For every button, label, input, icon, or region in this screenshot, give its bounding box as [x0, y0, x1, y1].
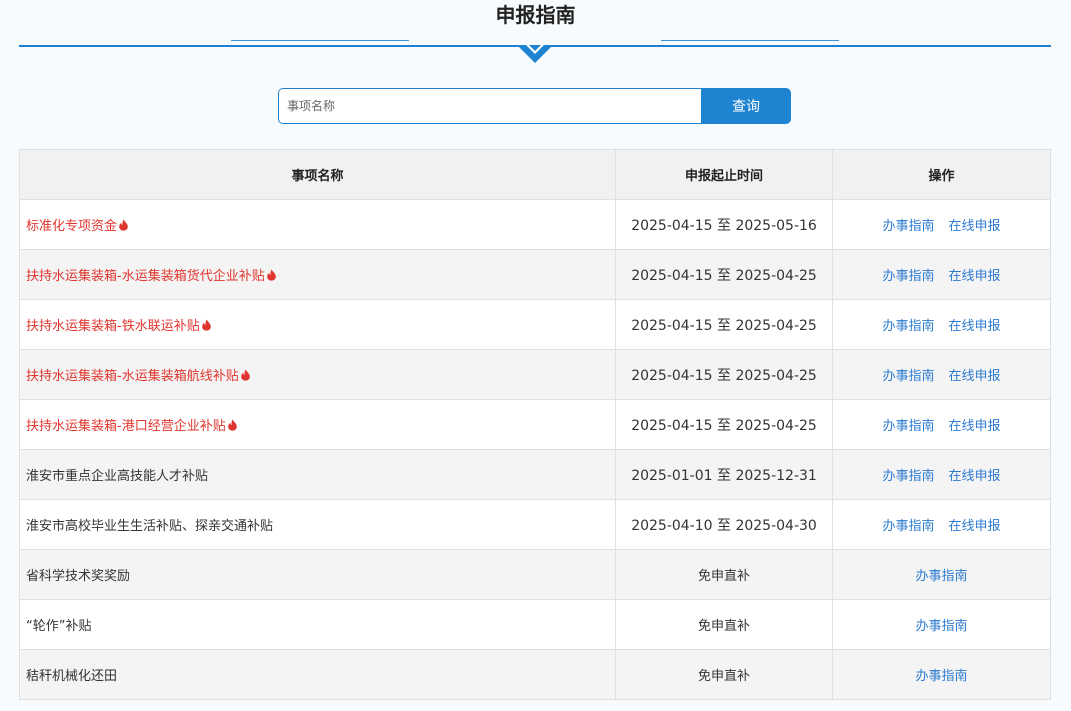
- item-name[interactable]: 秸秆机械化还田: [26, 669, 117, 684]
- fire-icon: [118, 219, 129, 231]
- online-apply-link[interactable]: 在线申报: [949, 319, 1001, 334]
- guide-link[interactable]: 办事指南: [882, 369, 934, 384]
- search-bar: 查询: [278, 88, 791, 124]
- fire-icon: [266, 269, 277, 281]
- item-name[interactable]: 省科学技术奖奖励: [26, 569, 130, 584]
- period-cell: 免申直补: [615, 549, 833, 600]
- actions-cell: 办事指南 在线申报: [832, 299, 1051, 350]
- item-name-cell: 秸秆机械化还田: [19, 649, 616, 700]
- period-cell: 免申直补: [615, 599, 833, 650]
- item-name-cell: “轮作”补贴: [19, 599, 616, 650]
- online-apply-link[interactable]: 在线申报: [949, 369, 1001, 384]
- item-name[interactable]: 标准化专项资金: [26, 219, 117, 234]
- table-row: 淮安市重点企业高技能人才补贴 2025-01-01 至 2025-12-31 办事指…: [19, 449, 1051, 500]
- actions-cell: 办事指南 在线申报: [832, 199, 1051, 250]
- actions-cell: 办事指南 在线申报: [832, 449, 1051, 500]
- item-name-cell: 省科学技术奖奖励: [19, 549, 616, 600]
- period-cell: 2025-04-15 至 2025-05-16: [615, 199, 833, 250]
- fire-icon: [240, 369, 251, 381]
- page-header: 申报指南: [0, 0, 1071, 70]
- table-row: 扶持水运集装箱-水运集装箱货代企业补贴 2025-04-15 至 2025-04-…: [19, 249, 1051, 300]
- table-row: 秸秆机械化还田 免申直补 办事指南: [19, 649, 1051, 700]
- online-apply-link[interactable]: 在线申报: [949, 469, 1001, 484]
- item-name-cell: 淮安市重点企业高技能人才补贴: [19, 449, 616, 500]
- item-name[interactable]: 淮安市高校毕业生生活补贴、探亲交通补贴: [26, 519, 273, 534]
- header-item-name: 事项名称: [19, 149, 616, 200]
- guide-link[interactable]: 办事指南: [882, 319, 934, 334]
- fire-icon: [201, 319, 212, 331]
- guide-link[interactable]: 办事指南: [915, 619, 967, 634]
- item-name-cell: 扶持水运集装箱-水运集装箱航线补贴: [19, 349, 616, 400]
- title-underline-left: [231, 40, 409, 41]
- item-name-cell: 标准化专项资金: [19, 199, 616, 250]
- fire-icon: [227, 419, 238, 431]
- table-header-row: 事项名称 申报起止时间 操作: [19, 149, 1051, 200]
- item-name-cell: 扶持水运集装箱-铁水联运补贴: [19, 299, 616, 350]
- guide-link[interactable]: 办事指南: [882, 269, 934, 284]
- item-name[interactable]: 扶持水运集装箱-铁水联运补贴: [26, 319, 200, 334]
- period-cell: 2025-04-15 至 2025-04-25: [615, 249, 833, 300]
- table-row: 省科学技术奖奖励 免申直补 办事指南: [19, 549, 1051, 600]
- guide-link[interactable]: 办事指南: [882, 469, 934, 484]
- actions-cell: 办事指南: [832, 649, 1051, 700]
- online-apply-link[interactable]: 在线申报: [949, 419, 1001, 434]
- period-cell: 2025-04-15 至 2025-04-25: [615, 299, 833, 350]
- table-row: 扶持水运集装箱-港口经营企业补贴 2025-04-15 至 2025-04-25 办…: [19, 399, 1051, 450]
- item-name[interactable]: 扶持水运集装箱-水运集装箱货代企业补贴: [26, 269, 265, 284]
- header-actions: 操作: [832, 149, 1051, 200]
- search-input[interactable]: [278, 88, 702, 124]
- period-cell: 免申直补: [615, 649, 833, 700]
- table-row: 标准化专项资金 2025-04-15 至 2025-05-16 办事指南 在线申报: [19, 199, 1051, 250]
- item-name[interactable]: 淮安市重点企业高技能人才补贴: [26, 469, 208, 484]
- guide-link[interactable]: 办事指南: [882, 519, 934, 534]
- table-row: “轮作”补贴 免申直补 办事指南: [19, 599, 1051, 650]
- search-button[interactable]: 查询: [701, 88, 791, 124]
- period-cell: 2025-04-15 至 2025-04-25: [615, 399, 833, 450]
- actions-cell: 办事指南 在线申报: [832, 399, 1051, 450]
- guide-table: 事项名称 申报起止时间 操作 标准化专项资金 2025-04-15 至 2025-…: [19, 149, 1051, 700]
- guide-link[interactable]: 办事指南: [882, 219, 934, 234]
- period-cell: 2025-04-15 至 2025-04-25: [615, 349, 833, 400]
- guide-link[interactable]: 办事指南: [915, 569, 967, 584]
- table-row: 扶持水运集装箱-水运集装箱航线补贴 2025-04-15 至 2025-04-25…: [19, 349, 1051, 400]
- guide-link[interactable]: 办事指南: [882, 419, 934, 434]
- item-name[interactable]: “轮作”补贴: [26, 619, 91, 634]
- online-apply-link[interactable]: 在线申报: [949, 219, 1001, 234]
- actions-cell: 办事指南: [832, 549, 1051, 600]
- actions-cell: 办事指南: [832, 599, 1051, 650]
- period-cell: 2025-04-10 至 2025-04-30: [615, 499, 833, 550]
- actions-cell: 办事指南 在线申报: [832, 249, 1051, 300]
- actions-cell: 办事指南 在线申报: [832, 349, 1051, 400]
- page-title: 申报指南: [495, 3, 576, 27]
- table-row: 淮安市高校毕业生生活补贴、探亲交通补贴 2025-04-10 至 2025-04-…: [19, 499, 1051, 550]
- table-row: 扶持水运集装箱-铁水联运补贴 2025-04-15 至 2025-04-25 办事指…: [19, 299, 1051, 350]
- online-apply-link[interactable]: 在线申报: [949, 519, 1001, 534]
- title-underline-right: [661, 40, 839, 41]
- actions-cell: 办事指南 在线申报: [832, 499, 1051, 550]
- item-name-cell: 淮安市高校毕业生生活补贴、探亲交通补贴: [19, 499, 616, 550]
- period-cell: 2025-01-01 至 2025-12-31: [615, 449, 833, 500]
- chevron-down-icon: [517, 45, 553, 63]
- item-name-cell: 扶持水运集装箱-水运集装箱货代企业补贴: [19, 249, 616, 300]
- guide-link[interactable]: 办事指南: [915, 669, 967, 684]
- header-period: 申报起止时间: [615, 149, 833, 200]
- online-apply-link[interactable]: 在线申报: [949, 269, 1001, 284]
- item-name[interactable]: 扶持水运集装箱-港口经营企业补贴: [26, 419, 226, 434]
- item-name[interactable]: 扶持水运集装箱-水运集装箱航线补贴: [26, 369, 239, 384]
- item-name-cell: 扶持水运集装箱-港口经营企业补贴: [19, 399, 616, 450]
